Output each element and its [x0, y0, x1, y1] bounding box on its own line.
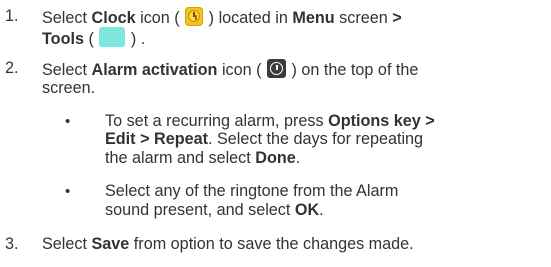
step-1-line-2: Tools ( ) . [42, 27, 145, 49]
step-1-line-1: Select Clock icon ( ) located in Menu sc… [42, 7, 402, 27]
step-number: 1. [5, 7, 19, 25]
bullet-2-line-2: sound present, and select OK. [105, 201, 324, 219]
bullet-icon: • [65, 183, 71, 200]
step-2-line-2: screen. [42, 79, 96, 97]
tools-icon [99, 27, 126, 47]
bullet-2-line-1: Select any of the ringtone from the Alar… [105, 182, 399, 200]
bullet-1-line-2: Edit > Repeat. Select the days for repea… [105, 130, 424, 148]
step-2-line-1: Select Alarm activation icon ( ) on the … [42, 59, 419, 79]
step-3-line-1: Select Save from option to save the chan… [42, 235, 414, 253]
clock-icon [185, 7, 204, 26]
step-number: 3. [5, 235, 19, 253]
instruction-page: 1. Select Clock icon ( ) located in Menu… [0, 0, 551, 267]
bullet-1-line-3: the alarm and select Done. [105, 149, 301, 167]
step-number: 2. [5, 59, 19, 77]
bullet-1-line-1: To set a recurring alarm, press Options … [105, 112, 435, 130]
alarm-clock-icon [267, 59, 287, 78]
bullet-icon: • [65, 113, 71, 130]
